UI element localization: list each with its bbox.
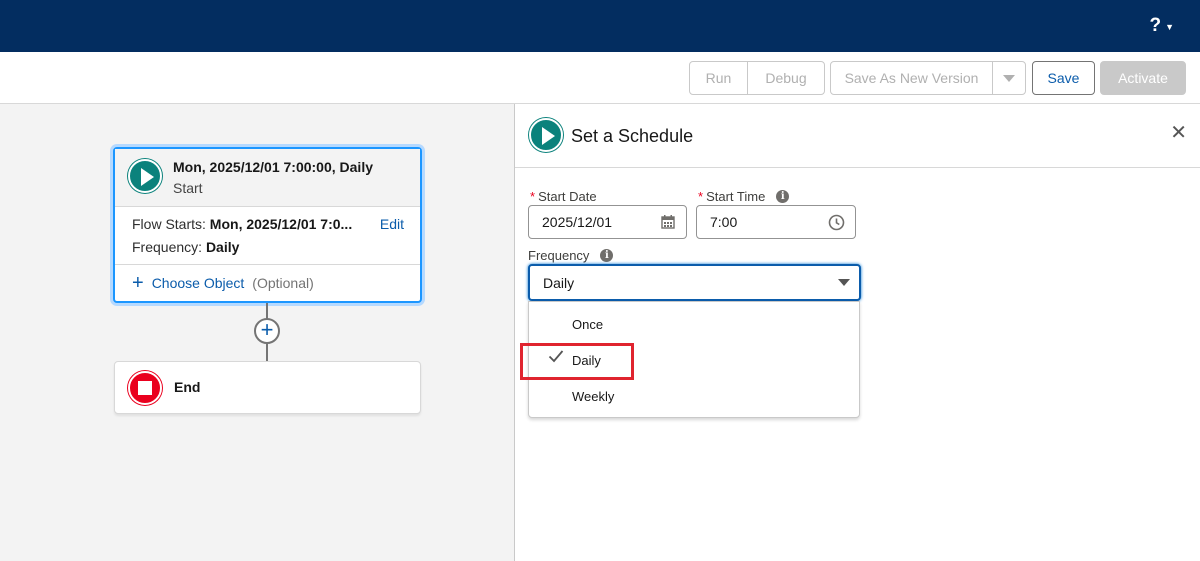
run-button[interactable]: Run	[689, 61, 748, 95]
frequency-label-text: Frequency	[528, 248, 590, 263]
highlight-box	[520, 343, 634, 380]
plus-icon: +	[132, 272, 144, 294]
add-element-button[interactable]: +	[254, 318, 280, 344]
choose-object-label: Choose Object	[151, 275, 245, 291]
top-bar: ? ▼	[0, 0, 1200, 52]
plus-icon: +	[260, 317, 274, 342]
info-icon[interactable]: i	[600, 249, 614, 262]
frequency-select[interactable]: Daily	[528, 264, 861, 301]
start-card-header: Mon, 2025/12/01 7:00:00, Daily Start	[115, 149, 420, 207]
clock-icon[interactable]	[828, 214, 845, 234]
activate-button[interactable]: Activate	[1100, 61, 1186, 95]
stop-icon	[128, 371, 162, 405]
start-card-body: Flow Starts: Mon, 2025/12/01 7:0... Edit…	[115, 207, 420, 265]
option-weekly[interactable]: Weekly	[529, 381, 859, 411]
toolbar: Run Debug Save As New Version Save Activ…	[0, 52, 1200, 104]
start-date-value: 2025/12/01	[542, 214, 613, 230]
option-label: Weekly	[572, 389, 615, 404]
flow-starts-label: Flow Starts:	[132, 216, 206, 232]
start-time-label: * Start Time i	[698, 189, 790, 204]
start-date-label-text: Start Date	[538, 189, 597, 204]
debug-button[interactable]: Debug	[747, 61, 825, 95]
calendar-icon[interactable]	[660, 214, 676, 233]
option-once[interactable]: Once	[529, 309, 859, 339]
caret-down-icon: ▼	[1165, 22, 1174, 32]
schedule-panel: Set a Schedule ✕ * Start Date 2025/12/01…	[514, 104, 1200, 561]
flow-canvas[interactable]: Mon, 2025/12/01 7:00:00, Daily Start Flo…	[0, 104, 514, 561]
save-options-menu-button[interactable]	[992, 61, 1026, 95]
choose-object-link[interactable]: + Choose Object (Optional)	[132, 272, 314, 294]
start-element-card[interactable]: Mon, 2025/12/01 7:00:00, Daily Start Flo…	[113, 147, 422, 303]
help-icon: ?	[1149, 15, 1162, 36]
chevron-down-icon	[838, 279, 850, 286]
start-card-subtitle: Start	[173, 180, 203, 196]
start-time-input[interactable]: 7:00	[696, 205, 856, 239]
save-button[interactable]: Save	[1032, 61, 1095, 95]
start-time-value: 7:00	[710, 214, 738, 230]
option-label: Once	[572, 317, 604, 332]
flow-starts-value: Mon, 2025/12/01 7:0...	[209, 216, 353, 232]
start-date-input[interactable]: 2025/12/01	[528, 205, 687, 239]
panel-header: Set a Schedule ✕	[515, 104, 1200, 168]
frequency-selected-value: Daily	[543, 274, 575, 291]
frequency-field-label: Frequency i	[528, 248, 614, 263]
start-card-title: Mon, 2025/12/01 7:00:00, Daily	[173, 159, 373, 175]
end-element-card[interactable]: End	[114, 361, 421, 414]
frequency-label: Frequency:	[132, 239, 203, 255]
help-menu[interactable]: ? ▼	[1149, 15, 1174, 37]
play-icon	[529, 118, 563, 152]
info-icon[interactable]: i	[776, 190, 790, 203]
panel-title: Set a Schedule	[571, 126, 694, 146]
start-date-label: * Start Date	[530, 189, 597, 204]
save-as-new-version-button[interactable]: Save As New Version	[830, 61, 993, 95]
edit-schedule-link[interactable]: Edit	[380, 216, 404, 232]
required-marker: *	[530, 189, 536, 204]
play-icon	[128, 159, 162, 193]
chevron-down-icon	[1003, 74, 1015, 82]
frequency-row: Frequency: Daily	[132, 239, 239, 255]
frequency-value: Daily	[205, 239, 240, 255]
optional-label: (Optional)	[252, 275, 314, 291]
close-icon[interactable]: ✕	[1170, 120, 1187, 145]
flow-starts-row: Flow Starts: Mon, 2025/12/01 7:0...	[132, 216, 352, 232]
end-card-title: End	[174, 379, 201, 395]
start-time-label-text: Start Time	[706, 189, 766, 204]
required-marker: *	[698, 189, 704, 204]
